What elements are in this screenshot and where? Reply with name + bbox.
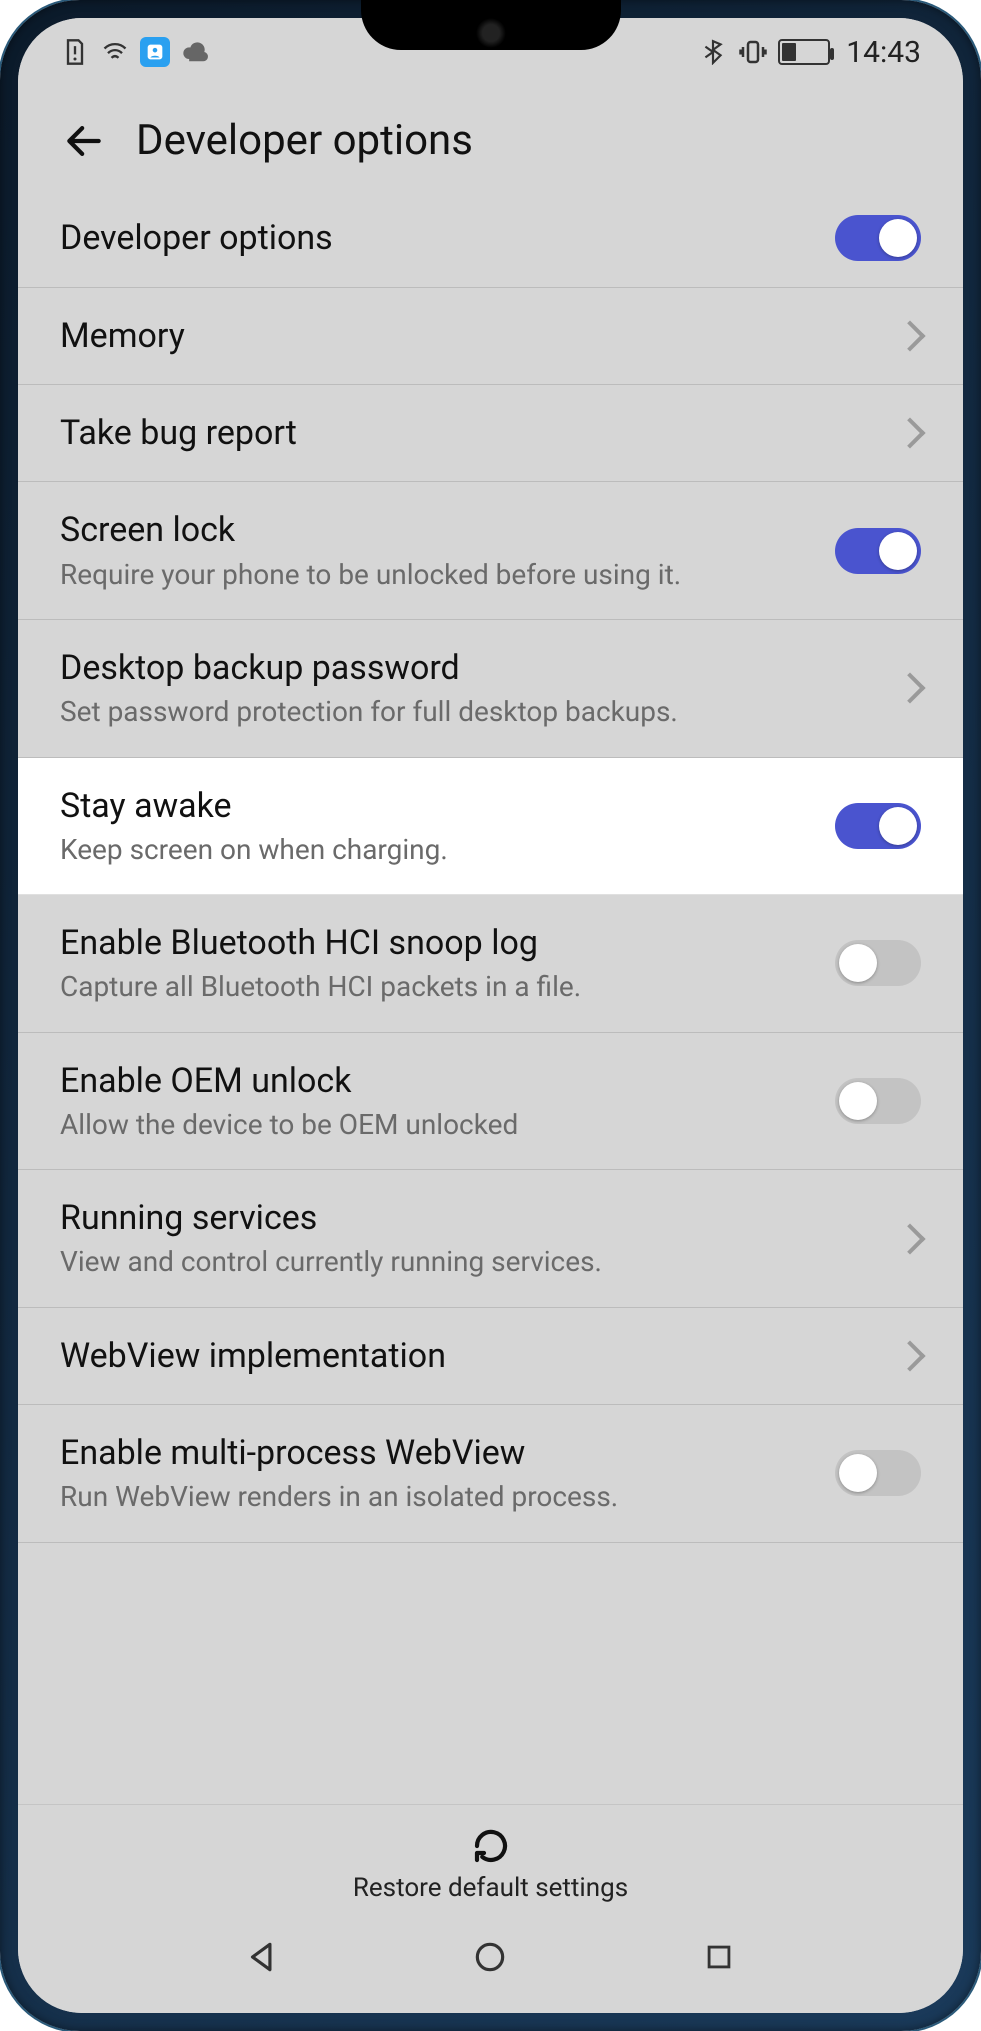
status-left xyxy=(60,37,210,67)
row-text: Memory xyxy=(60,314,899,358)
setting-row-memory[interactable]: Memory xyxy=(18,288,963,385)
row-title: Desktop backup password xyxy=(60,646,875,690)
row-title: Memory xyxy=(60,314,875,358)
chevron-right-icon xyxy=(894,673,925,704)
chevron-right-icon xyxy=(894,418,925,449)
screen-lock-toggle[interactable] xyxy=(835,528,921,574)
app-notification-icon xyxy=(140,37,170,67)
stay-awake-toggle[interactable] xyxy=(835,803,921,849)
row-title: Enable OEM unlock xyxy=(60,1059,811,1103)
restore-icon xyxy=(470,1825,512,1867)
setting-row-running-services[interactable]: Running services View and control current… xyxy=(18,1170,963,1308)
screen: 14:43 Developer options Developer option… xyxy=(18,18,963,2013)
nav-home-button[interactable] xyxy=(468,1935,512,1979)
cloud-icon xyxy=(180,37,210,67)
row-title: Stay awake xyxy=(60,784,811,828)
wifi-signal-icon xyxy=(100,37,130,67)
header: Developer options xyxy=(18,86,963,189)
row-text: Running services View and control current… xyxy=(60,1196,899,1281)
row-subtitle: Keep screen on when charging. xyxy=(60,832,811,868)
setting-row-webview-impl[interactable]: WebView implementation xyxy=(18,1308,963,1405)
vibrate-icon xyxy=(738,37,768,67)
chevron-right-icon xyxy=(894,321,925,352)
row-subtitle: Run WebView renders in an isolated proce… xyxy=(60,1479,811,1515)
sim-alert-icon xyxy=(60,37,90,67)
row-title: Take bug report xyxy=(60,411,875,455)
row-subtitle: Require your phone to be unlocked before… xyxy=(60,557,811,593)
status-bar: 14:43 xyxy=(18,18,963,86)
chevron-right-icon xyxy=(894,1223,925,1254)
setting-row-bug-report[interactable]: Take bug report xyxy=(18,385,963,482)
setting-row-stay-awake[interactable]: Stay awake Keep screen on when charging. xyxy=(18,758,963,896)
row-title: Enable Bluetooth HCI snoop log xyxy=(60,921,811,965)
dev-options-toggle[interactable] xyxy=(835,215,921,261)
row-title: WebView implementation xyxy=(60,1334,875,1378)
status-time: 14:43 xyxy=(846,35,921,70)
multi-webview-toggle[interactable] xyxy=(835,1450,921,1496)
navigation-bar xyxy=(18,1913,963,2013)
row-text: Enable multi-process WebView Run WebView … xyxy=(60,1431,835,1516)
row-text: WebView implementation xyxy=(60,1334,899,1378)
setting-row-dev-options[interactable]: Developer options xyxy=(18,189,963,288)
row-text: Enable OEM unlock Allow the device to be … xyxy=(60,1059,835,1144)
row-title: Running services xyxy=(60,1196,875,1240)
page-title: Developer options xyxy=(136,116,473,165)
oem-unlock-toggle[interactable] xyxy=(835,1078,921,1124)
nav-recent-button[interactable] xyxy=(697,1935,741,1979)
row-subtitle: View and control currently running servi… xyxy=(60,1244,875,1280)
setting-row-bt-hci[interactable]: Enable Bluetooth HCI snoop log Capture al… xyxy=(18,895,963,1033)
bluetooth-icon xyxy=(698,37,728,67)
back-button[interactable] xyxy=(60,117,108,165)
row-text: Take bug report xyxy=(60,411,899,455)
setting-row-oem-unlock[interactable]: Enable OEM unlock Allow the device to be … xyxy=(18,1033,963,1171)
setting-row-screen-lock[interactable]: Screen lock Require your phone to be unlo… xyxy=(18,482,963,620)
row-text: Stay awake Keep screen on when charging. xyxy=(60,784,835,869)
row-text: Screen lock Require your phone to be unlo… xyxy=(60,508,835,593)
row-title: Enable multi-process WebView xyxy=(60,1431,811,1475)
row-subtitle: Allow the device to be OEM unlocked xyxy=(60,1107,811,1143)
restore-default-button[interactable]: Restore default settings xyxy=(18,1804,963,1913)
row-text: Enable Bluetooth HCI snoop log Capture al… xyxy=(60,921,835,1006)
setting-row-desktop-backup[interactable]: Desktop backup password Set password prot… xyxy=(18,620,963,758)
setting-row-multi-webview[interactable]: Enable multi-process WebView Run WebView … xyxy=(18,1405,963,1543)
row-title: Developer options xyxy=(60,216,811,260)
row-text: Desktop backup password Set password prot… xyxy=(60,646,899,731)
status-right: 14:43 xyxy=(698,35,921,70)
battery-icon xyxy=(778,39,830,65)
nav-back-button[interactable] xyxy=(240,1935,284,1979)
row-title: Screen lock xyxy=(60,508,811,552)
row-text: Developer options xyxy=(60,216,835,260)
chevron-right-icon xyxy=(894,1340,925,1371)
bt-hci-toggle[interactable] xyxy=(835,940,921,986)
row-subtitle: Capture all Bluetooth HCI packets in a f… xyxy=(60,969,811,1005)
restore-label: Restore default settings xyxy=(353,1873,628,1903)
phone-frame: 14:43 Developer options Developer option… xyxy=(0,0,981,2031)
row-subtitle: Set password protection for full desktop… xyxy=(60,694,875,730)
settings-list[interactable]: Developer options Memory Take bug report Sc… xyxy=(18,189,963,1804)
